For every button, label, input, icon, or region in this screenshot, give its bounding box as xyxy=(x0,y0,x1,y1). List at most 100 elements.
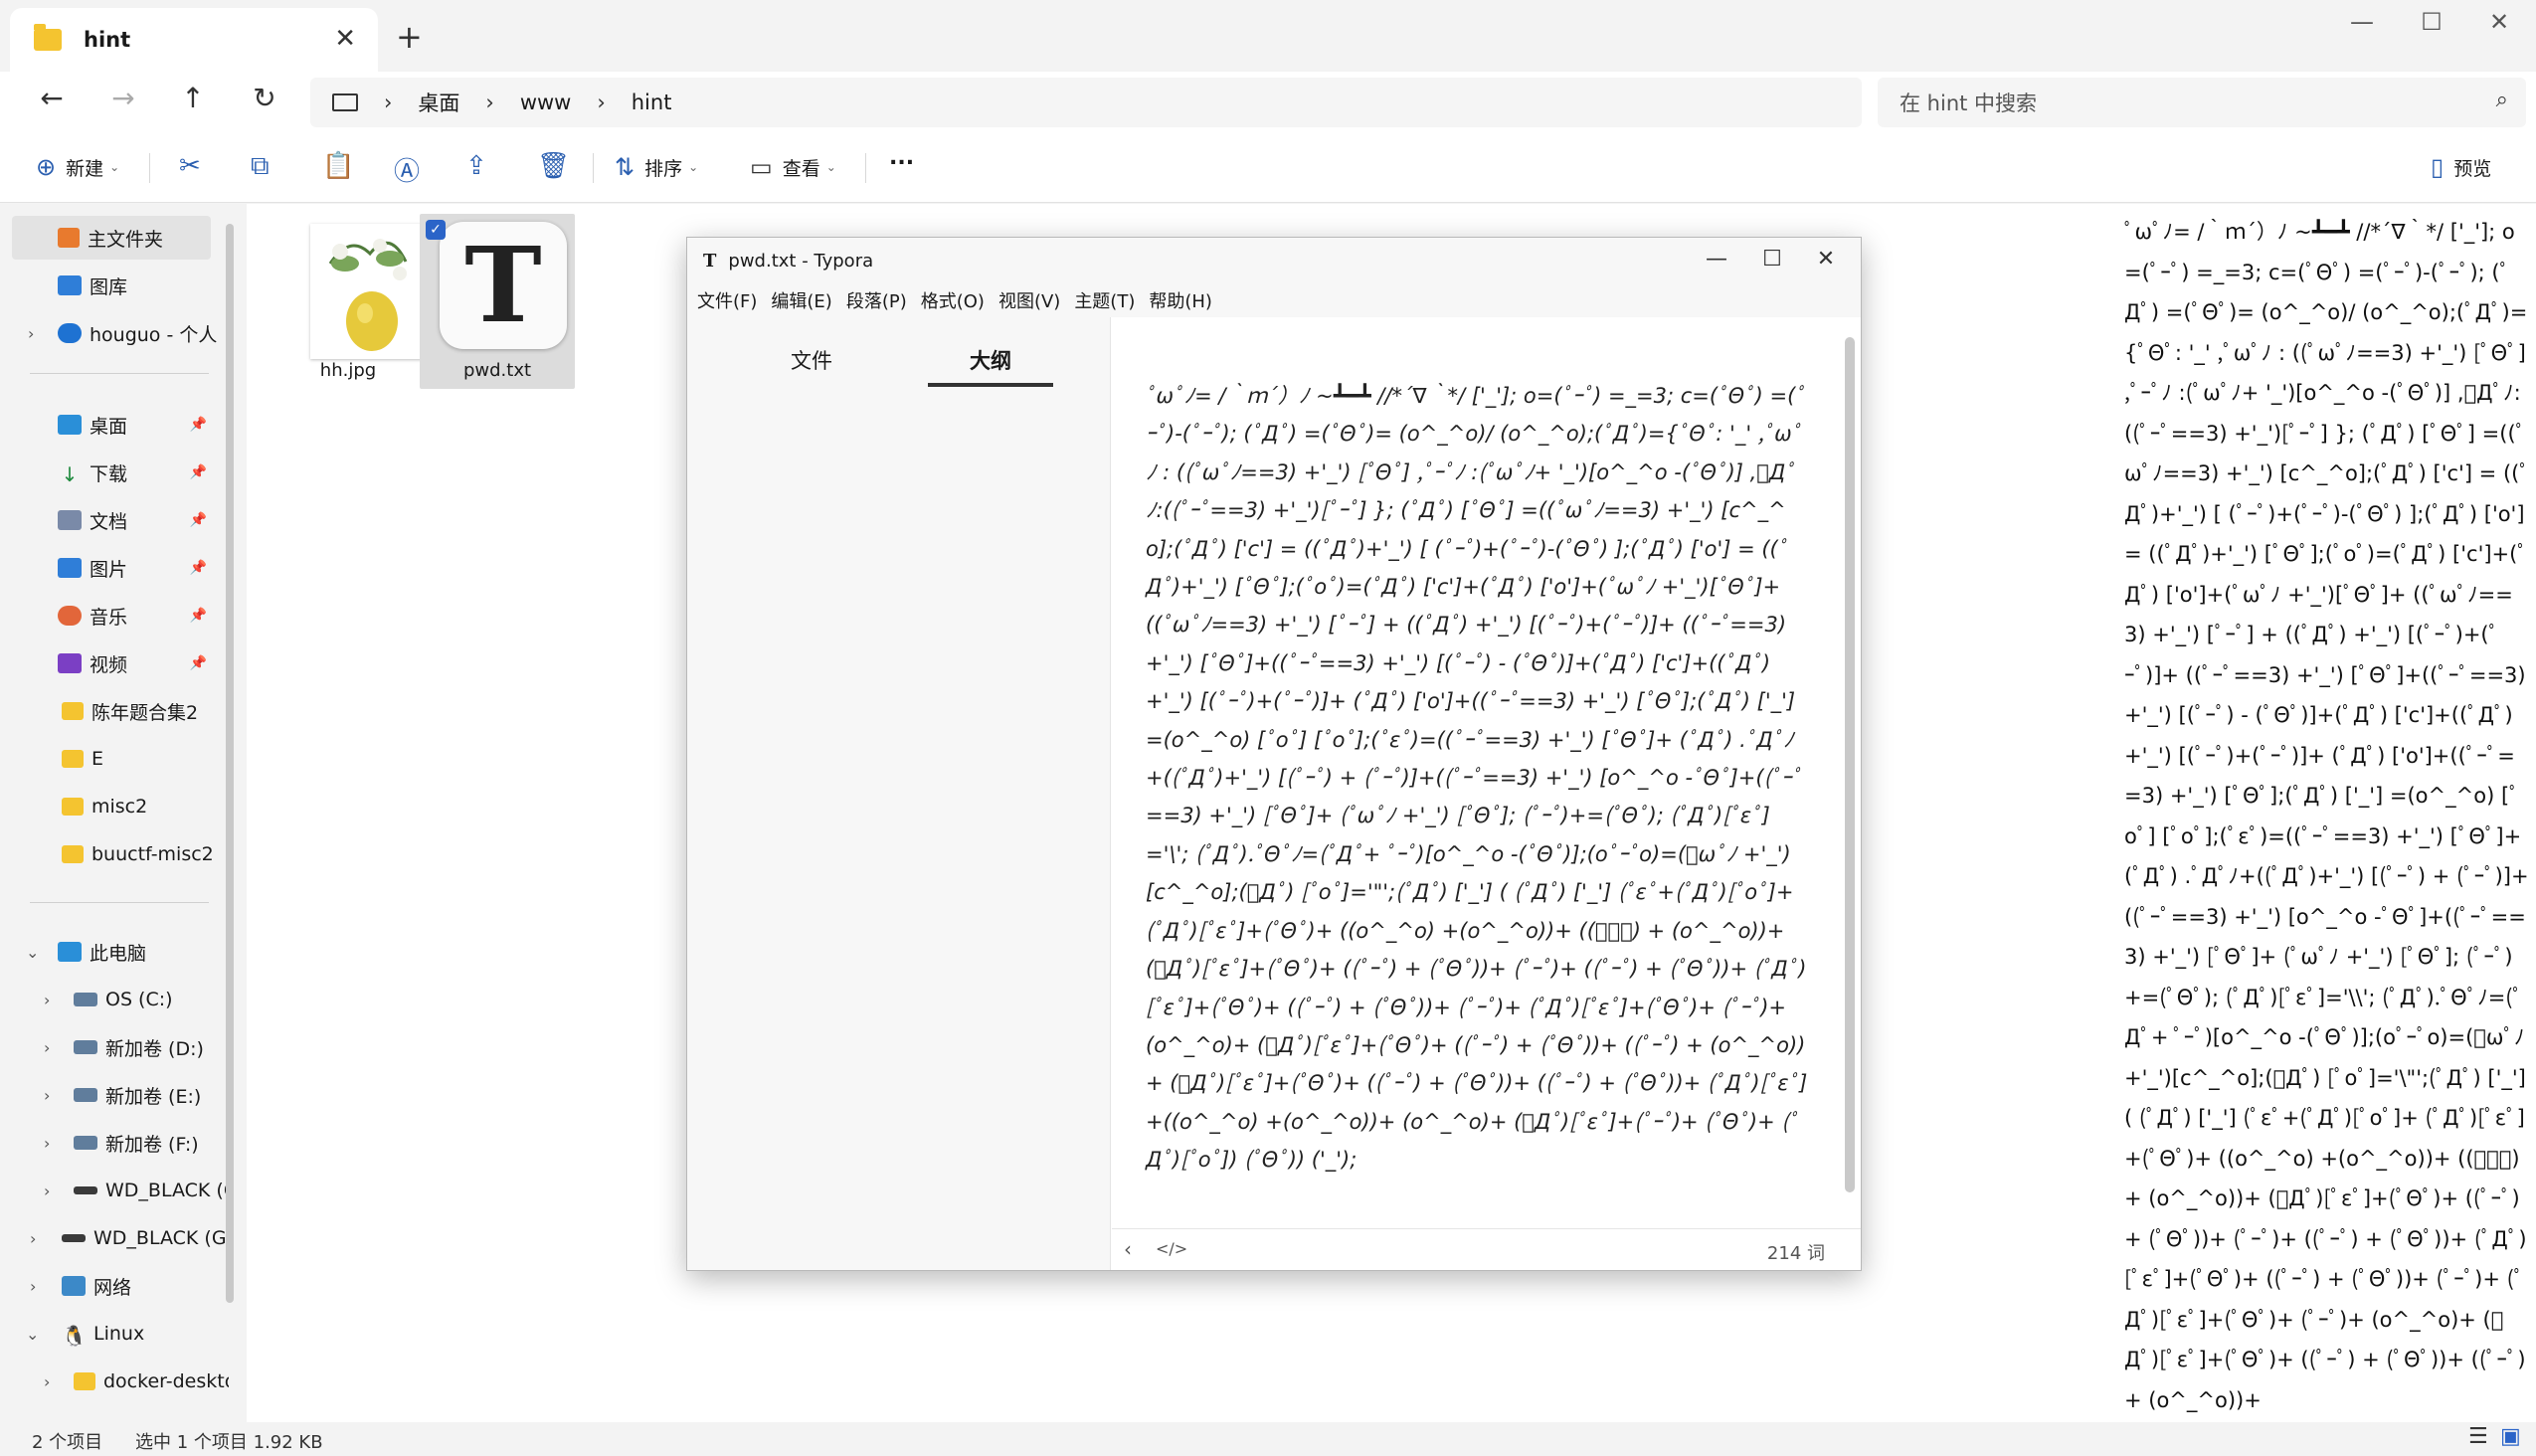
folder-icon xyxy=(62,702,84,720)
chevron-right-icon[interactable]: › xyxy=(30,1277,36,1296)
up-button[interactable]: ↑ xyxy=(171,82,215,114)
chevron-right-icon[interactable]: › xyxy=(44,1086,50,1105)
new-tab-button[interactable]: + xyxy=(396,18,423,56)
pin-icon[interactable]: 📌 xyxy=(190,655,207,671)
chevron-down-icon[interactable]: ⌄ xyxy=(26,1325,39,1344)
forward-button[interactable]: → xyxy=(101,82,145,114)
document-content[interactable]: ﾟωﾟﾉ= /｀ｍ´）ﾉ ~┻━┻ //*´∇｀*/ ['_']; o=(ﾟｰﾟ… xyxy=(1146,377,1810,1180)
preview-pane-button[interactable]: ▯ 预览 xyxy=(2431,153,2491,181)
tab-files[interactable]: 文件 xyxy=(749,345,874,375)
computer-icon xyxy=(58,942,82,962)
sidebar-item-home[interactable]: 主文件夹 xyxy=(12,216,211,260)
tab-hint[interactable]: hint ✕ xyxy=(10,8,378,72)
file-item-hh-jpg[interactable]: hh.jpg xyxy=(271,214,426,389)
chevron-right-icon[interactable]: › xyxy=(44,1372,50,1391)
sort-button[interactable]: ⇅ 排序 ⌄ xyxy=(615,153,698,181)
delete-icon[interactable]: 🗑 xyxy=(537,151,570,181)
sidebar-item-this-pc[interactable]: ⌄ 此电脑 xyxy=(0,930,229,974)
sidebar-item-label: WD_BLACK (G:) xyxy=(105,1180,229,1201)
file-item-pwd-txt[interactable]: T ✓ pwd.txt xyxy=(420,214,575,389)
typora-editor[interactable]: ﾟωﾟﾉ= /｀ｍ´）ﾉ ~┻━┻ //*´∇｀*/ ['_']; o=(ﾟｰﾟ… xyxy=(1112,317,1861,1192)
sidebar-item-network[interactable]: › 网络 xyxy=(0,1264,229,1308)
selection-checkbox[interactable]: ✓ xyxy=(426,220,446,240)
sidebar-item-pictures[interactable]: 图片 📌 xyxy=(0,546,229,590)
sidebar-item-folder[interactable]: buuctf-misc2 xyxy=(0,832,229,876)
close-tab-icon[interactable]: ✕ xyxy=(334,24,356,54)
sidebar-item-label: OS (C:) xyxy=(105,989,173,1010)
breadcrumb-hint[interactable]: hint xyxy=(632,91,672,114)
breadcrumb-www[interactable]: www xyxy=(520,91,572,114)
sidebar-item-drive-c[interactable]: › OS (C:) xyxy=(0,978,229,1021)
search-input[interactable]: 在 hint 中搜索 ⌕ xyxy=(1878,78,2526,127)
chevron-right-icon[interactable]: › xyxy=(28,324,34,343)
chevron-right-icon[interactable]: › xyxy=(44,1182,50,1200)
refresh-button[interactable]: ↻ xyxy=(243,82,286,114)
sidebar-item-folder[interactable]: 陈年题合集2 xyxy=(0,689,229,733)
chevron-right-icon[interactable]: › xyxy=(44,991,50,1009)
sidebar-item-label: buuctf-misc2 xyxy=(91,843,214,865)
chevron-right-icon[interactable]: › xyxy=(44,1134,50,1153)
sidebar-item-downloads[interactable]: ↓ 下载 📌 xyxy=(0,451,229,494)
sidebar-item-label: misc2 xyxy=(91,796,148,818)
sidebar-item-linux[interactable]: ⌄ 🐧 Linux xyxy=(0,1312,229,1356)
sidebar-item-gallery[interactable]: 图库 xyxy=(0,264,229,307)
menu-edit[interactable]: 编辑(E) xyxy=(771,287,831,313)
sidebar-item-onedrive[interactable]: › houguo - 个人 xyxy=(0,311,229,355)
cut-icon[interactable]: ✂ xyxy=(179,151,201,181)
sort-icon: ⇅ xyxy=(615,153,635,181)
source-code-icon[interactable]: </> xyxy=(1156,1239,1187,1258)
pin-icon[interactable]: 📌 xyxy=(190,417,207,433)
view-button[interactable]: ▭ 查看 ⌄ xyxy=(750,153,836,181)
address-bar[interactable]: › 桌面 › www › hint xyxy=(310,78,1862,127)
chevron-down-icon[interactable]: ⌄ xyxy=(26,943,39,962)
sidebar-item-drive-d[interactable]: › 新加卷 (D:) xyxy=(0,1025,229,1069)
typora-window: T pwd.txt - Typora — ☐ ✕ 文件(F) 编辑(E) 段落(… xyxy=(686,237,1862,1271)
minimize-button[interactable]: — xyxy=(2327,0,2397,48)
pin-icon[interactable]: 📌 xyxy=(190,560,207,576)
rename-icon[interactable]: Ⓐ xyxy=(394,151,420,188)
tab-outline[interactable]: 大纲 xyxy=(928,345,1053,387)
editor-scrollbar[interactable] xyxy=(1845,337,1855,1192)
toolbar-divider xyxy=(593,153,594,183)
sidebar-item-folder[interactable]: misc2 xyxy=(0,785,229,828)
sidebar-item-documents[interactable]: 文档 📌 xyxy=(0,498,229,542)
tiles-view-icon[interactable]: ▣ xyxy=(2500,1424,2521,1449)
sidebar-item-folder[interactable]: E xyxy=(0,737,229,781)
new-button[interactable]: ⊕ 新建 ⌄ xyxy=(36,153,119,181)
toggle-sidebar-icon[interactable]: ‹ xyxy=(1124,1237,1132,1261)
sidebar-item-music[interactable]: 音乐 📌 xyxy=(0,594,229,637)
word-count[interactable]: 214 词 xyxy=(1767,1239,1825,1265)
menu-file[interactable]: 文件(F) xyxy=(697,287,757,313)
more-options-button[interactable]: ... xyxy=(889,145,914,170)
menu-help[interactable]: 帮助(H) xyxy=(1149,287,1212,313)
share-icon[interactable]: ⇪ xyxy=(465,151,487,181)
pin-icon[interactable]: 📌 xyxy=(190,608,207,624)
sidebar-item-docker[interactable]: › docker-desktop xyxy=(0,1360,229,1403)
menu-view[interactable]: 视图(V) xyxy=(998,287,1060,313)
menu-paragraph[interactable]: 段落(P) xyxy=(846,287,907,313)
breadcrumb-desktop[interactable]: 桌面 xyxy=(418,88,459,117)
sidebar-item-drive-e[interactable]: › 新加卷 (E:) xyxy=(0,1073,229,1117)
home-icon xyxy=(58,228,80,248)
sidebar-item-wd-black[interactable]: › WD_BLACK (G:) xyxy=(0,1216,229,1260)
close-window-button[interactable]: ✕ xyxy=(2464,0,2534,48)
sidebar-item-drive-f[interactable]: › 新加卷 (F:) xyxy=(0,1121,229,1165)
sidebar-item-videos[interactable]: 视频 📌 xyxy=(0,641,229,685)
menu-format[interactable]: 格式(O) xyxy=(921,287,985,313)
sidebar-scrollbar[interactable] xyxy=(226,224,234,1303)
search-icon[interactable]: ⌕ xyxy=(2496,88,2508,112)
paste-icon[interactable]: 📋 xyxy=(322,151,354,181)
copy-icon[interactable]: ⧉ xyxy=(251,151,270,182)
pin-icon[interactable]: 📌 xyxy=(190,464,207,480)
menu-theme[interactable]: 主题(T) xyxy=(1074,287,1135,313)
maximize-button[interactable]: ☐ xyxy=(2397,0,2466,48)
pin-icon[interactable]: 📌 xyxy=(190,512,207,528)
typora-close-button[interactable]: ✕ xyxy=(1791,238,1861,283)
sidebar-item-desktop[interactable]: 桌面 📌 xyxy=(0,403,229,447)
sidebar-item-drive-g[interactable]: › WD_BLACK (G:) xyxy=(0,1169,229,1212)
details-view-icon[interactable]: ☰ xyxy=(2468,1424,2488,1449)
back-button[interactable]: ← xyxy=(30,82,74,114)
sidebar-item-label: WD_BLACK (G:) xyxy=(93,1227,229,1249)
chevron-right-icon[interactable]: › xyxy=(44,1038,50,1057)
chevron-right-icon[interactable]: › xyxy=(30,1229,36,1248)
